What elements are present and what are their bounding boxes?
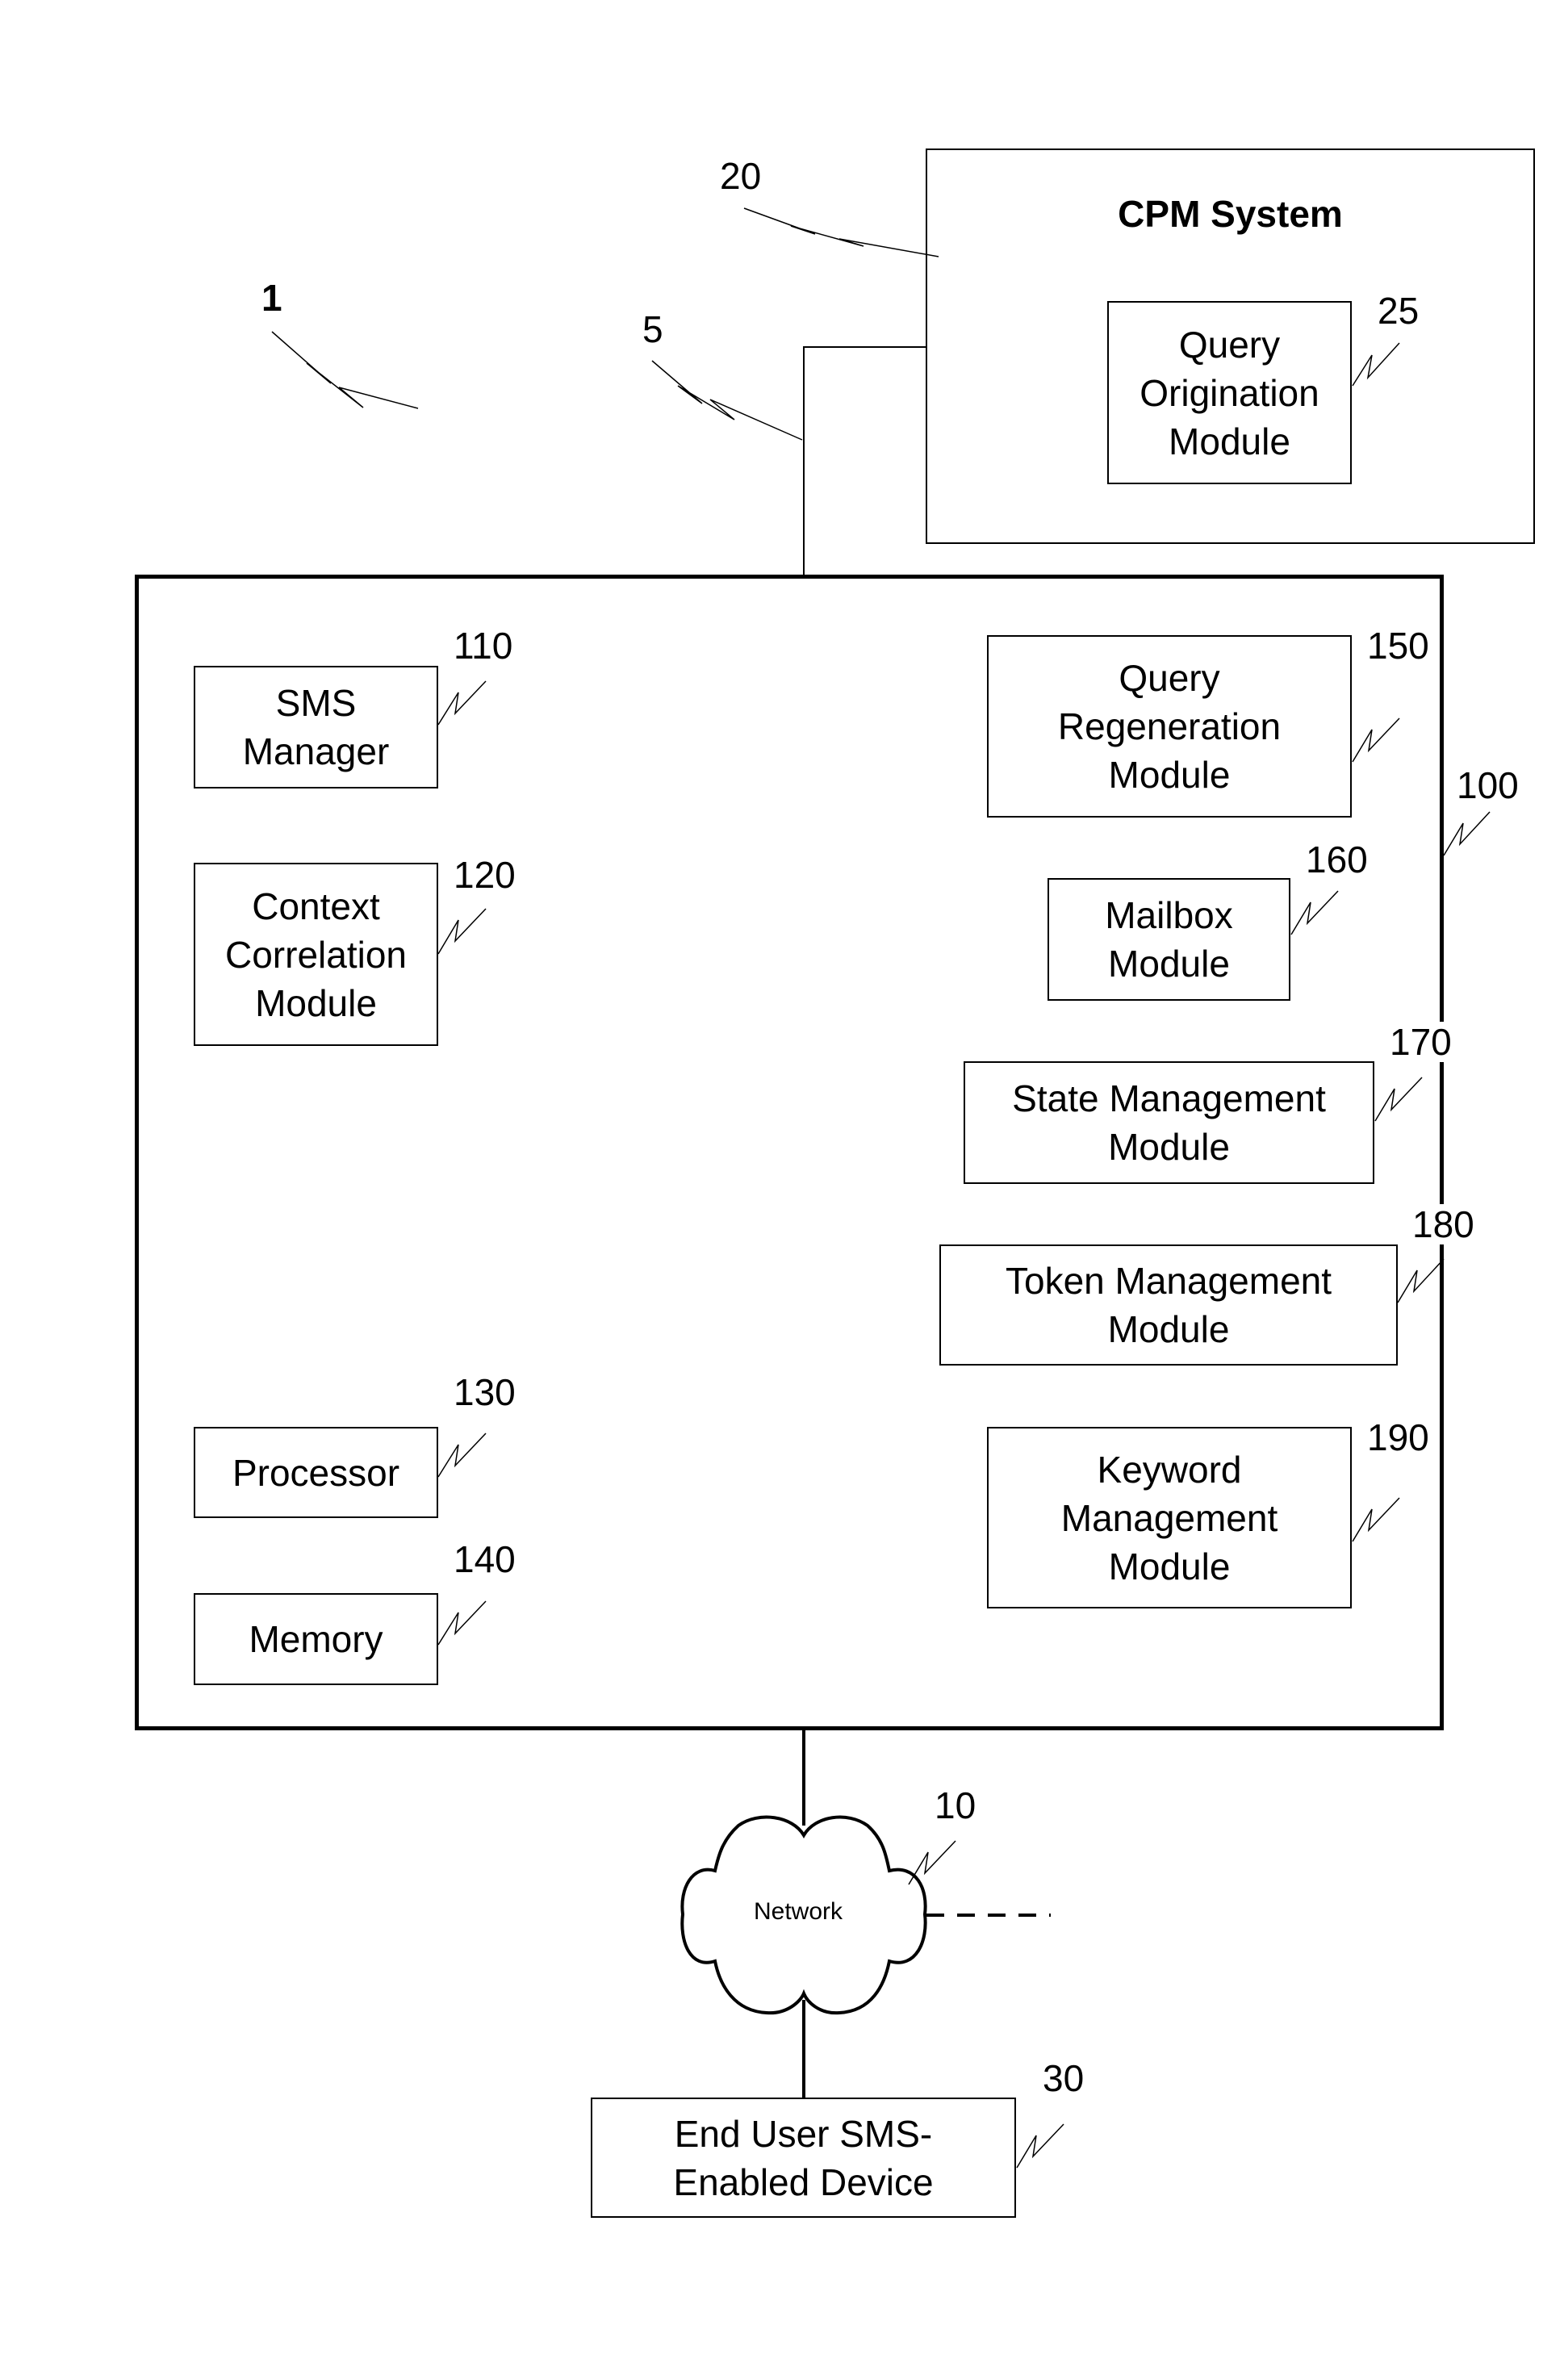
ref-100: 100 [1455,764,1520,806]
token-management-module: Token Management Module [939,1244,1398,1366]
leader-20 [743,207,939,257]
state-management-label: State Management Module [1012,1077,1326,1168]
query-origination-module: Query Origination Module [1107,301,1352,484]
end-user-device-box: End User SMS- Enabled Device [591,2098,1016,2218]
context-correlation-module: Context Correlation Module [194,863,438,1046]
sms-manager-module: SMS Manager [194,666,438,788]
state-management-module: State Management Module [964,1061,1374,1184]
mailbox-module: Mailbox Module [1048,878,1290,1001]
ref-190: 190 [1365,1416,1431,1458]
ref-120: 120 [452,854,517,896]
leader-100 [1443,811,1491,856]
memory-label: Memory [249,1618,383,1660]
ref-110: 110 [452,625,515,667]
ref-10: 10 [933,1784,978,1826]
memory-module: Memory [194,1593,438,1685]
network-label: Network [754,1898,843,1925]
query-regeneration-module: Query Regeneration Module [987,635,1352,818]
leader-30 [1016,2123,1064,2169]
ref-130: 130 [452,1371,517,1413]
ref-150: 150 [1365,625,1431,667]
ref-140: 140 [452,1538,517,1580]
ref-30: 30 [1041,2057,1086,2099]
keyword-management-module: Keyword Management Module [987,1427,1352,1608]
context-correlation-label: Context Correlation Module [225,885,407,1024]
ref-5: 5 [641,308,665,350]
connection-line-5 [803,346,926,575]
ref-180: 180 [1411,1203,1476,1245]
leader-1 [271,331,419,409]
token-management-label: Token Management Module [1005,1260,1332,1350]
ref-1: 1 [260,277,284,319]
ref-20: 20 [718,155,763,197]
mailbox-label: Mailbox Module [1105,894,1233,985]
processor-label: Processor [232,1451,400,1494]
ref-25: 25 [1376,290,1421,332]
processor-module: Processor [194,1427,438,1518]
query-regeneration-label: Query Regeneration Module [1057,657,1282,796]
sms-manager-label: SMS Manager [242,682,390,772]
end-user-device-label: End User SMS- Enabled Device [673,2112,934,2203]
ref-170: 170 [1388,1021,1453,1063]
ref-160: 160 [1304,839,1370,880]
cpm-system-title: CPM System [1118,193,1343,235]
query-origination-label: Query Origination Module [1140,323,1319,462]
leader-5 [651,360,803,441]
keyword-management-label: Keyword Management Module [1060,1448,1278,1587]
